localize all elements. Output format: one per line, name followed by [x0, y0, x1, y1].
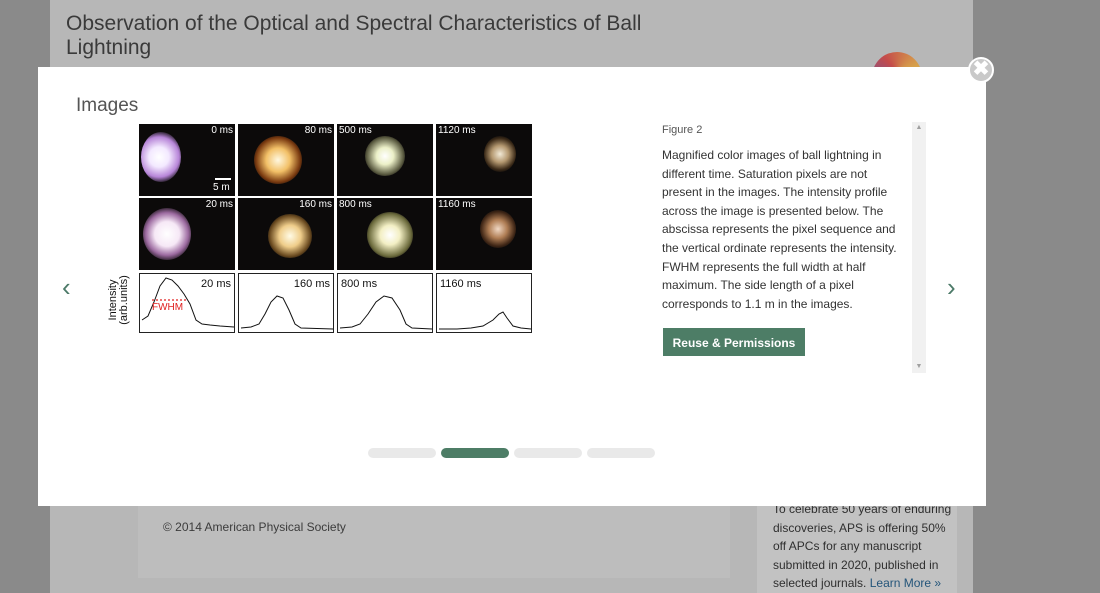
- frame-row1-2: 80 ms: [238, 124, 334, 196]
- intensity-profile-1: 20 ms FWHM: [139, 273, 235, 333]
- frame-time-label: 0 ms: [211, 125, 233, 136]
- frame-time-label: 20 ms: [205, 199, 233, 210]
- frame-time-label: 800 ms: [339, 199, 372, 210]
- frame-row2-1: 20 ms: [139, 198, 235, 270]
- pagination-dot-4[interactable]: [587, 448, 655, 458]
- frame-row1-4: 1120 ms: [436, 124, 532, 196]
- profile-time-label: 160 ms: [293, 278, 330, 290]
- figure-label: Figure 2: [662, 124, 703, 136]
- caption-scrollbar[interactable]: ▲ ▼: [912, 122, 926, 373]
- frame-row2-4: 1160 ms: [436, 198, 532, 270]
- frame-time-label: 160 ms: [299, 199, 332, 210]
- frame-row1-3: 500 ms: [337, 124, 433, 196]
- figure-image: 0 ms 5 m 80 ms 500 ms 1120 ms 20 ms 160 …: [108, 122, 540, 338]
- profile-time-label: 800 ms: [341, 278, 378, 290]
- intensity-profile-4: 1160 ms: [436, 273, 532, 333]
- previous-arrow-icon[interactable]: ‹: [62, 274, 71, 300]
- figure-caption: Magnified color images of ball lightning…: [662, 148, 897, 311]
- frame-row2-2: 160 ms: [238, 198, 334, 270]
- intensity-profile-2: 160 ms: [238, 273, 334, 333]
- frame-time-label: 80 ms: [304, 125, 332, 136]
- profile-time-label: 1160 ms: [440, 278, 482, 290]
- fwhm-label: FWHM: [152, 302, 184, 313]
- frame-time-label: 1160 ms: [438, 199, 476, 210]
- modal-heading: Images: [76, 95, 139, 116]
- frame-row2-3: 800 ms: [337, 198, 433, 270]
- profile-time-label: 20 ms: [201, 278, 231, 290]
- pagination-dot-1[interactable]: [368, 448, 436, 458]
- intensity-axis-label: Intensity (arb.units): [107, 270, 130, 330]
- reuse-permissions-button[interactable]: Reuse & Permissions: [663, 328, 805, 356]
- copyright-text: © 2014 American Physical Society: [163, 520, 346, 534]
- scroll-up-icon[interactable]: ▲: [912, 122, 926, 134]
- footer-panel: [138, 506, 730, 578]
- learn-more-link[interactable]: Learn More »: [870, 576, 941, 590]
- close-icon[interactable]: ✖: [968, 57, 994, 83]
- intensity-profile-3: 800 ms: [337, 273, 433, 333]
- article-title: Observation of the Optical and Spectral …: [66, 12, 642, 59]
- frame-time-label: 500 ms: [339, 125, 372, 136]
- frame-time-label: 1120 ms: [438, 125, 476, 136]
- scroll-down-icon[interactable]: ▼: [912, 361, 926, 373]
- pagination-dot-2[interactable]: [441, 448, 509, 458]
- pagination-dot-3[interactable]: [514, 448, 582, 458]
- scale-bar: [215, 178, 231, 180]
- carousel-pagination: [368, 448, 658, 458]
- ylabel-line2: (arb.units): [118, 275, 130, 325]
- scale-label: 5 m: [213, 182, 230, 193]
- frame-row1-1: 0 ms 5 m: [139, 124, 235, 196]
- next-arrow-icon[interactable]: ›: [947, 274, 956, 300]
- figure-caption-panel: Figure 2 Magnified color images of ball …: [662, 124, 902, 313]
- promo-text: To celebrate 50 years of enduring discov…: [773, 500, 953, 593]
